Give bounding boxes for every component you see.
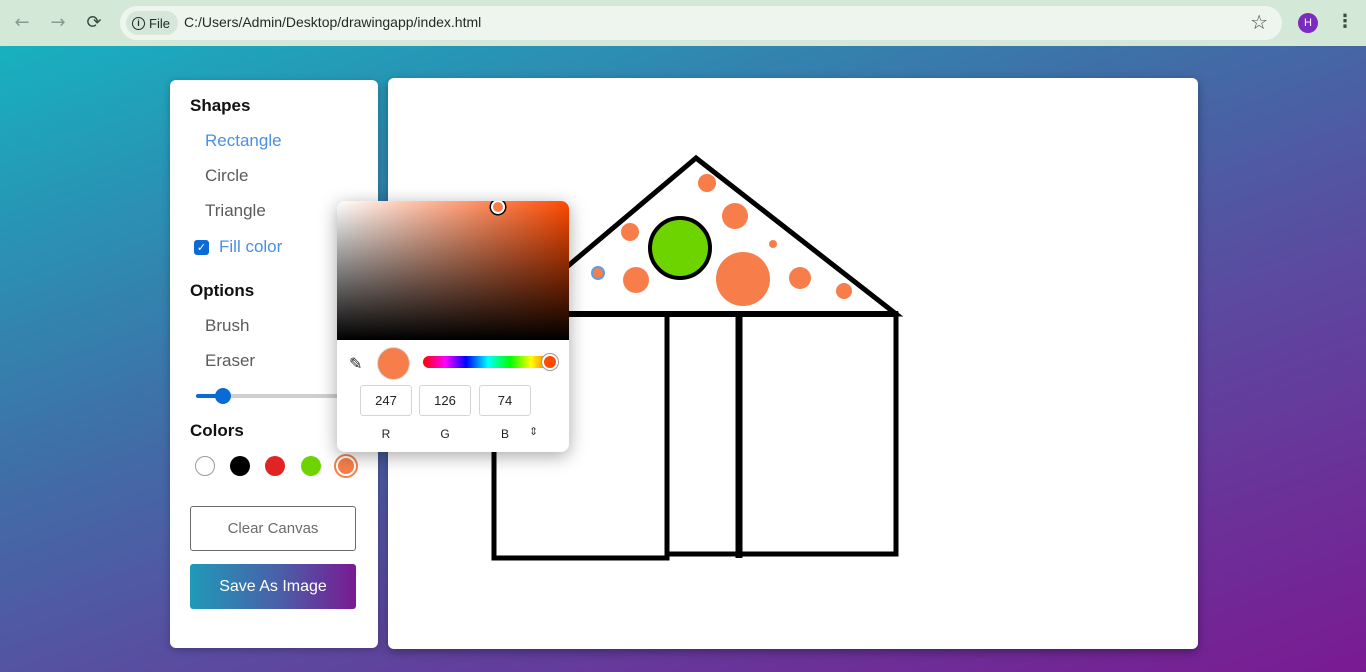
tool-circle[interactable]: Circle (205, 166, 248, 186)
paint-dot (716, 252, 770, 306)
reload-icon[interactable]: ⟳ (82, 11, 106, 35)
save-image-button[interactable]: Save As Image (190, 564, 356, 609)
browser-menu-icon[interactable]: ⋮ (1336, 11, 1354, 32)
slider-thumb[interactable] (215, 388, 232, 404)
tool-eraser[interactable]: Eraser (205, 351, 255, 371)
paint-dot (591, 266, 605, 280)
fill-color-label: Fill color (219, 237, 283, 256)
clear-canvas-button[interactable]: Clear Canvas (190, 506, 356, 551)
paint-dot (722, 203, 748, 229)
tool-brush[interactable]: Brush (205, 316, 249, 336)
red-input[interactable]: 247 (360, 385, 412, 416)
paint-dot (769, 240, 777, 248)
brush-size-slider[interactable] (196, 388, 356, 404)
address-bar[interactable]: i File C:/Users/Admin/Desktop/drawingapp… (120, 6, 1282, 40)
color-picker-popup: ✎ 247 126 74 R G B ⇕ (337, 201, 569, 452)
paint-dot (621, 223, 639, 241)
blue-input[interactable]: 74 (479, 385, 531, 416)
hue-thumb[interactable] (542, 354, 558, 370)
color-mode-toggle-icon[interactable]: ⇕ (529, 425, 538, 438)
info-icon: i (132, 16, 145, 30)
paint-dot (623, 267, 649, 293)
browser-toolbar: ← → ⟳ i File C:/Users/Admin/Desktop/draw… (0, 0, 1366, 46)
back-icon[interactable]: ← (10, 11, 34, 35)
forward-icon[interactable]: → (46, 11, 70, 35)
color-swatch-green[interactable] (301, 456, 321, 476)
house-door (664, 311, 742, 557)
eyedropper-icon[interactable]: ✎ (349, 354, 362, 373)
color-preview (377, 347, 410, 380)
url-text[interactable]: C:/Users/Admin/Desktop/drawingapp/index.… (184, 14, 481, 30)
color-picker-swatch[interactable] (336, 456, 356, 476)
green-label: G (440, 427, 450, 441)
paint-dot (789, 267, 811, 289)
red-label: R (381, 427, 391, 441)
fill-color-option[interactable]: ✓ Fill color (194, 237, 282, 257)
site-info-label: File (149, 15, 170, 31)
green-circle (648, 216, 712, 280)
color-swatch-white[interactable] (195, 456, 215, 476)
profile-avatar[interactable]: H (1298, 13, 1318, 33)
house-right-wall (736, 311, 899, 557)
green-input[interactable]: 126 (419, 385, 471, 416)
blue-label: B (500, 427, 509, 441)
site-info-chip[interactable]: i File (126, 11, 178, 35)
saturation-value-area[interactable] (337, 201, 569, 340)
options-title: Options (190, 281, 255, 300)
tool-triangle[interactable]: Triangle (205, 201, 266, 221)
color-swatch-black[interactable] (230, 456, 250, 476)
fill-color-checkbox[interactable]: ✓ (194, 239, 209, 255)
bookmark-star-icon[interactable]: ☆ (1250, 10, 1268, 34)
color-swatch-red[interactable] (265, 456, 285, 476)
saturation-thumb[interactable] (491, 201, 505, 214)
shapes-title: Shapes (190, 96, 251, 115)
hue-slider[interactable] (423, 354, 558, 370)
colors-title: Colors (190, 421, 244, 440)
paint-dot (698, 174, 716, 192)
paint-dot (836, 283, 852, 299)
tool-rectangle[interactable]: Rectangle (205, 131, 282, 151)
